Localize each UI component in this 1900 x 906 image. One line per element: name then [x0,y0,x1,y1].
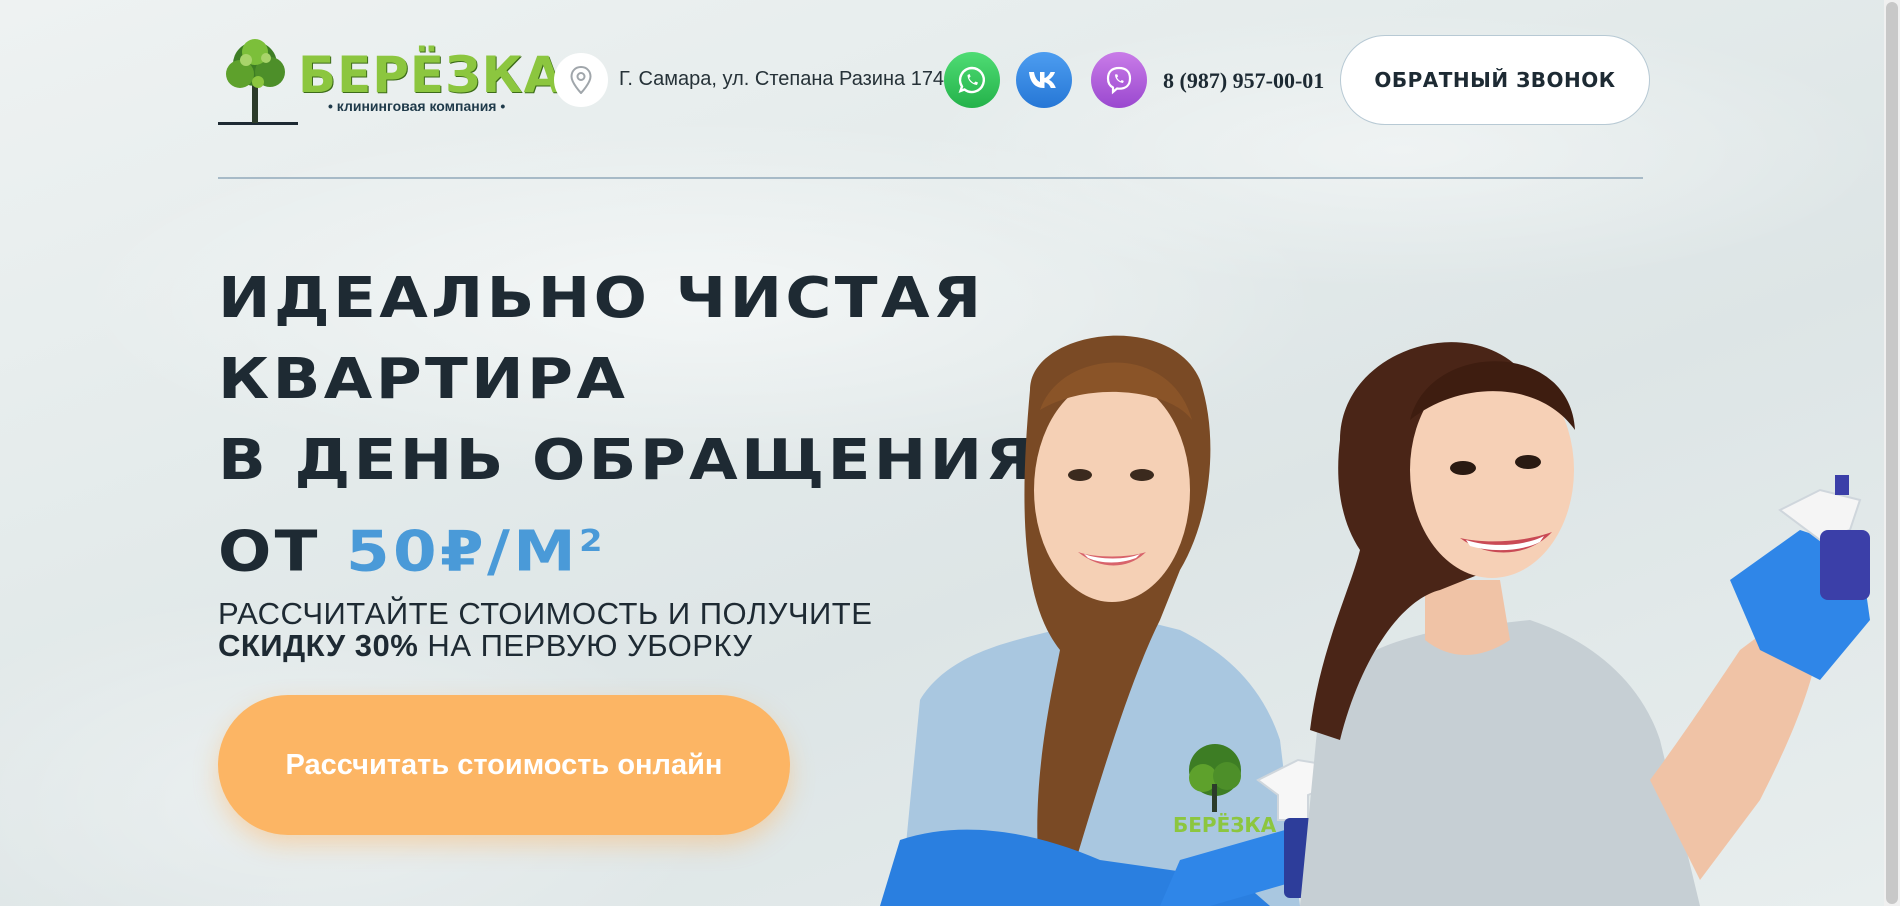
location-pin-circle [554,53,608,107]
shirt-logo-text: БЕРЁЗКА [1173,813,1277,837]
header-divider [218,177,1643,179]
subhead-line-2: СКИДКУ 30% НА ПЕРВУЮ УБОРКУ [218,630,872,662]
vk-icon [1029,72,1056,88]
logo-wordmark: БЕРЁЗКА [298,46,564,104]
discount-text: СКИДКУ 30% [218,628,419,663]
address-text: Г. Самара, ул. Степана Разина 174 [619,68,945,90]
scrollbar-thumb[interactable] [1886,2,1898,904]
subhead-rest: НА ПЕРВУЮ УБОРКУ [418,628,753,663]
tree-icon [218,39,298,125]
location-pin-icon [570,66,592,94]
price-unit-sup: 2 [579,524,606,559]
calculate-cost-button[interactable]: Рассчитать стоимость онлайн [218,695,790,835]
cleaners-photo: БЕРЁЗКА [880,335,1870,906]
subhead-line-1: РАССЧИТАЙТЕ СТОИМОСТЬ И ПОЛУЧИТЕ [218,596,873,631]
price-value: 50₽/М [346,519,580,585]
whatsapp-icon [958,66,985,94]
hero-subheading: РАССЧИТАЙТЕ СТОИМОСТЬ И ПОЛУЧИТЕ СКИДКУ … [218,598,872,662]
whatsapp-button[interactable] [944,52,1000,108]
phone-number[interactable]: 8 (987) 957-00-01 [1163,68,1324,94]
callback-button[interactable]: ОБРАТНЫЙ ЗВОНОК [1340,35,1650,125]
viber-icon [1106,66,1132,95]
logo[interactable]: БЕРЁЗКА • клининговая компания • [218,36,562,128]
scrollbar[interactable] [1884,0,1900,906]
left-woman-face [1034,378,1190,602]
viber-button[interactable] [1091,52,1147,108]
vk-button[interactable] [1016,52,1072,108]
price-prefix: ОТ [218,519,347,585]
logo-tagline: • клининговая компания • [328,98,506,114]
